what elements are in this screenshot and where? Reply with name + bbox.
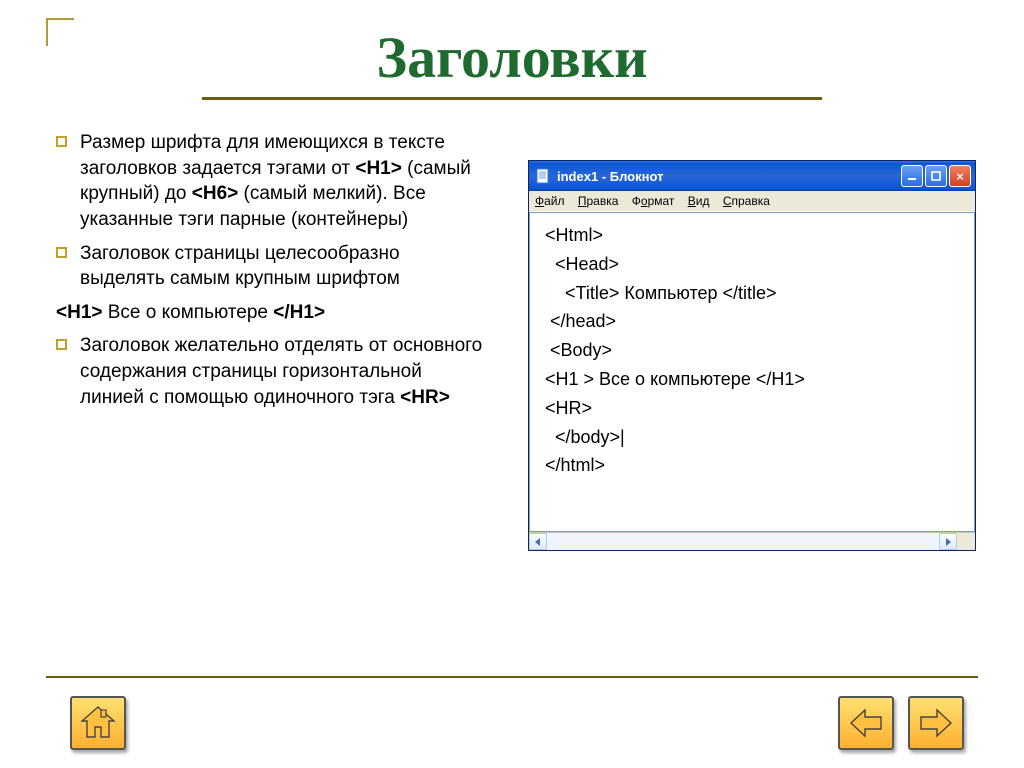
bullet-icon bbox=[56, 136, 67, 147]
code-line: </html> bbox=[540, 451, 964, 480]
code-line: <Title> Компьютер </title> bbox=[540, 279, 964, 308]
horizontal-scrollbar[interactable] bbox=[529, 532, 975, 550]
bottom-divider bbox=[46, 676, 978, 678]
minimize-icon bbox=[907, 171, 917, 181]
maximize-icon bbox=[931, 171, 941, 181]
menu-view[interactable]: Вид bbox=[688, 194, 710, 208]
code-line: <Html> bbox=[540, 221, 964, 250]
bullet-icon bbox=[56, 339, 67, 350]
bullet-item: Заголовок желательно отделять от основно… bbox=[56, 333, 486, 410]
bullet-item: Заголовок страницы целесообразно выделят… bbox=[56, 241, 486, 292]
menu-bar: Файл Правка Формат Вид Справка bbox=[529, 191, 975, 212]
bullet-text: Заголовок страницы целесообразно выделят… bbox=[80, 243, 400, 290]
code-line: <Body> bbox=[540, 336, 964, 365]
maximize-button[interactable] bbox=[925, 165, 947, 187]
body-text: Размер шрифта для имеющихся в тексте заг… bbox=[56, 130, 486, 418]
titlebar[interactable]: index1 - Блокнот × bbox=[529, 161, 975, 191]
slide: Заголовки Размер шрифта для имеющихся в … bbox=[0, 0, 1024, 768]
code-line: <Head> bbox=[540, 250, 964, 279]
menu-edit[interactable]: Правка bbox=[578, 194, 619, 208]
code-line: </head> bbox=[540, 307, 964, 336]
menu-file[interactable]: Файл bbox=[535, 194, 565, 208]
editor-content[interactable]: <Html> <Head> <Title> Компьютер </title>… bbox=[529, 212, 975, 532]
code-line: <HR> bbox=[540, 394, 964, 423]
nav-next-wrap bbox=[908, 696, 964, 750]
bullet-icon bbox=[56, 247, 67, 258]
notepad-window: index1 - Блокнот × Файл Правка Формат Ви… bbox=[528, 160, 976, 551]
resize-grip[interactable] bbox=[957, 533, 975, 550]
home-icon bbox=[79, 705, 117, 741]
nav-prev-wrap bbox=[838, 696, 894, 750]
bullet-item: Размер шрифта для имеющихся в тексте заг… bbox=[56, 130, 486, 233]
chevron-right-icon bbox=[944, 538, 952, 546]
close-icon: × bbox=[956, 169, 964, 184]
scroll-right-button[interactable] bbox=[939, 533, 957, 550]
close-button[interactable]: × bbox=[949, 165, 971, 187]
example-line: <H1> Все о компьютере </H1> bbox=[56, 300, 486, 326]
code-line: </body>| bbox=[540, 423, 964, 452]
arrow-left-icon bbox=[849, 708, 883, 738]
scroll-track[interactable] bbox=[547, 533, 939, 550]
minimize-button[interactable] bbox=[901, 165, 923, 187]
next-button[interactable] bbox=[908, 696, 964, 750]
bullet-text: Заголовок желательно отделять от основно… bbox=[80, 335, 482, 407]
window-title: index1 - Блокнот bbox=[557, 169, 901, 184]
home-button[interactable] bbox=[70, 696, 126, 750]
prev-button[interactable] bbox=[838, 696, 894, 750]
notepad-icon bbox=[535, 168, 551, 184]
code-line: <H1 > Все о компьютере </H1> bbox=[540, 365, 964, 394]
slide-title: Заголовки bbox=[202, 24, 822, 100]
chevron-left-icon bbox=[534, 538, 542, 546]
nav-home-wrap bbox=[70, 696, 126, 750]
menu-format[interactable]: Формат bbox=[632, 194, 675, 208]
window-controls: × bbox=[901, 165, 971, 187]
scroll-left-button[interactable] bbox=[529, 533, 547, 550]
menu-help[interactable]: Справка bbox=[723, 194, 770, 208]
bullet-text: Размер шрифта для имеющихся в тексте заг… bbox=[80, 132, 471, 230]
arrow-right-icon bbox=[919, 708, 953, 738]
corner-decoration bbox=[46, 18, 74, 46]
